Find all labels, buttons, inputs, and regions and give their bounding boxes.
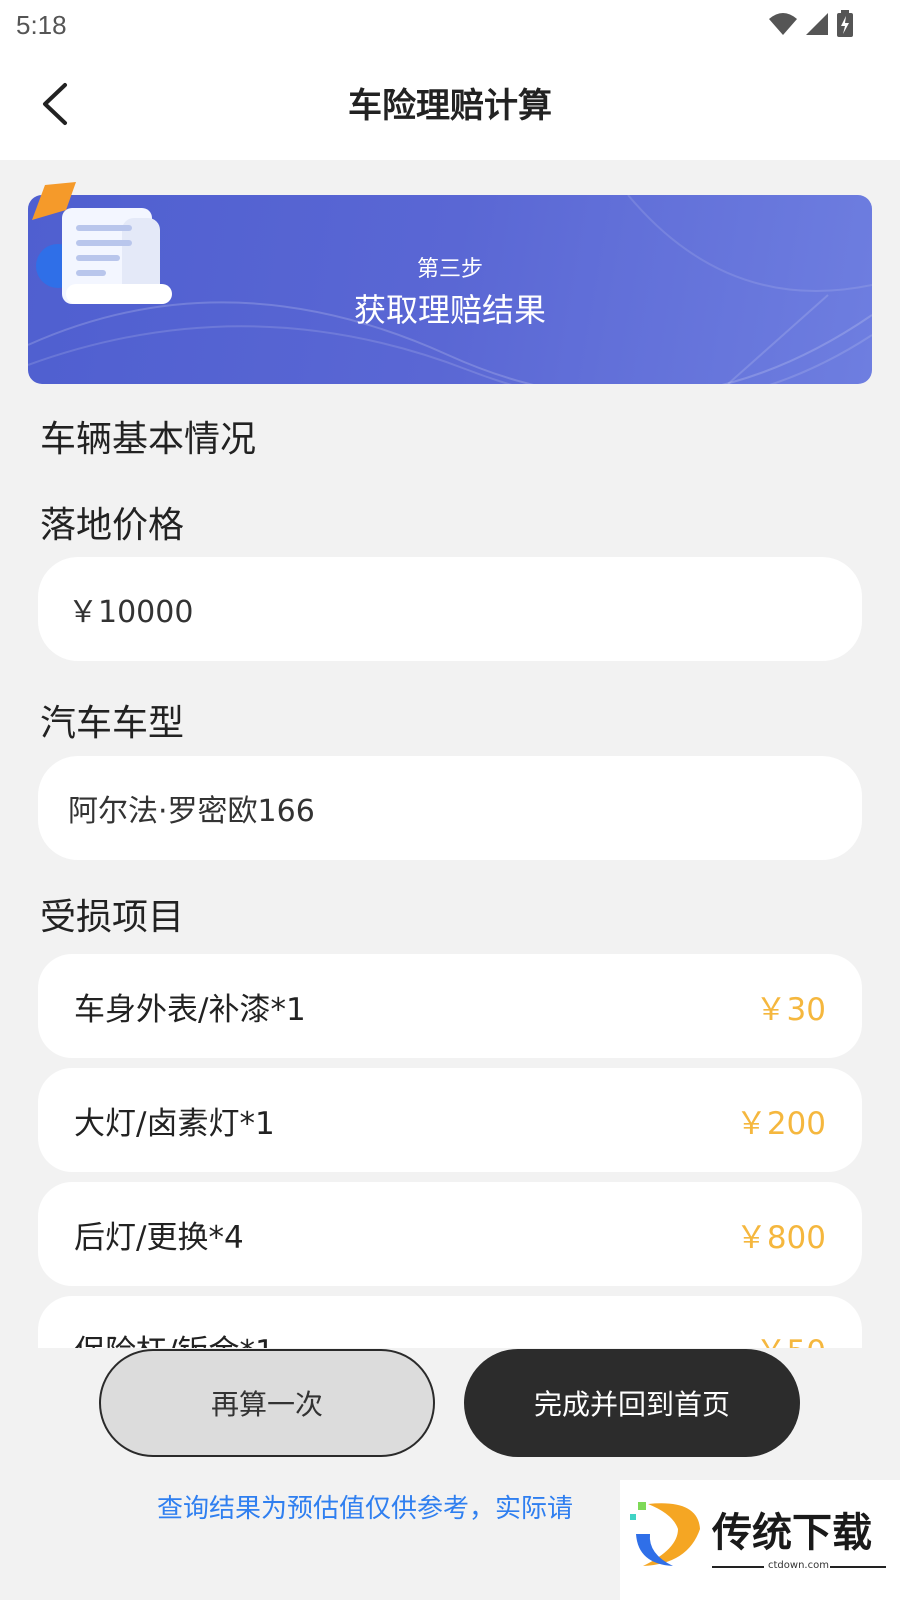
list-item: 大灯/卤素灯*1 ￥200 bbox=[38, 1068, 862, 1172]
list-item: 后灯/更换*4 ￥800 bbox=[38, 1182, 862, 1286]
document-scroll-icon bbox=[32, 182, 172, 304]
watermark: 传统下载 ctdown.com bbox=[620, 1480, 900, 1600]
damage-item-price: ￥200 bbox=[735, 1105, 826, 1142]
damage-list[interactable]: 车身外表/补漆*1 ￥30 大灯/卤素灯*1 ￥200 后灯/更换*4 ￥800… bbox=[0, 952, 900, 1348]
nav-bar: 车险理赔计算 bbox=[0, 52, 900, 160]
status-time: 5:18 bbox=[16, 10, 67, 40]
damage-item-name: 大灯/卤素灯*1 bbox=[74, 1105, 275, 1142]
damage-label: 受损项目 bbox=[40, 897, 185, 938]
damage-item-name: 车身外表/补漆*1 bbox=[74, 991, 306, 1028]
status-icons bbox=[768, 10, 854, 38]
watermark-url: ctdown.com bbox=[768, 1560, 829, 1571]
wifi-icon bbox=[769, 13, 797, 35]
list-item: 车身外表/补漆*1 ￥30 bbox=[38, 954, 862, 1058]
watermark-text: 传统下载 bbox=[712, 1510, 872, 1556]
status-bar: 5:18 bbox=[0, 0, 900, 52]
price-field: ￥10000 bbox=[38, 557, 862, 661]
finish-home-button[interactable]: 完成并回到首页 bbox=[464, 1349, 800, 1457]
page-title: 车险理赔计算 bbox=[348, 86, 552, 126]
recalculate-button[interactable]: 再算一次 bbox=[99, 1349, 435, 1457]
model-label: 汽车车型 bbox=[40, 703, 185, 744]
list-item: 保险杠/钣金*1 ￥50 bbox=[38, 1296, 862, 1348]
damage-item-price: ￥30 bbox=[755, 991, 826, 1028]
watermark-line-left bbox=[712, 1566, 764, 1568]
watermark-logo-icon bbox=[630, 1502, 700, 1566]
model-field: 阿尔法·罗密欧166 bbox=[38, 756, 862, 860]
price-label: 落地价格 bbox=[40, 505, 185, 546]
section-basic-info: 车辆基本情况 bbox=[40, 419, 257, 460]
damage-item-name: 后灯/更换*4 bbox=[74, 1219, 244, 1256]
damage-item-price: ￥800 bbox=[735, 1219, 826, 1256]
signal-icon bbox=[806, 13, 828, 35]
disclaimer-text: 查询结果为预估值仅供参考，实际请 bbox=[157, 1494, 574, 1524]
price-value: ￥10000 bbox=[68, 595, 194, 630]
watermark-line-right bbox=[830, 1566, 886, 1568]
model-value: 阿尔法·罗密欧166 bbox=[68, 794, 315, 829]
damage-item-price: ￥50 bbox=[756, 1326, 826, 1349]
battery-icon bbox=[837, 10, 853, 37]
damage-item-name: 保险杠/钣金*1 bbox=[74, 1326, 275, 1349]
